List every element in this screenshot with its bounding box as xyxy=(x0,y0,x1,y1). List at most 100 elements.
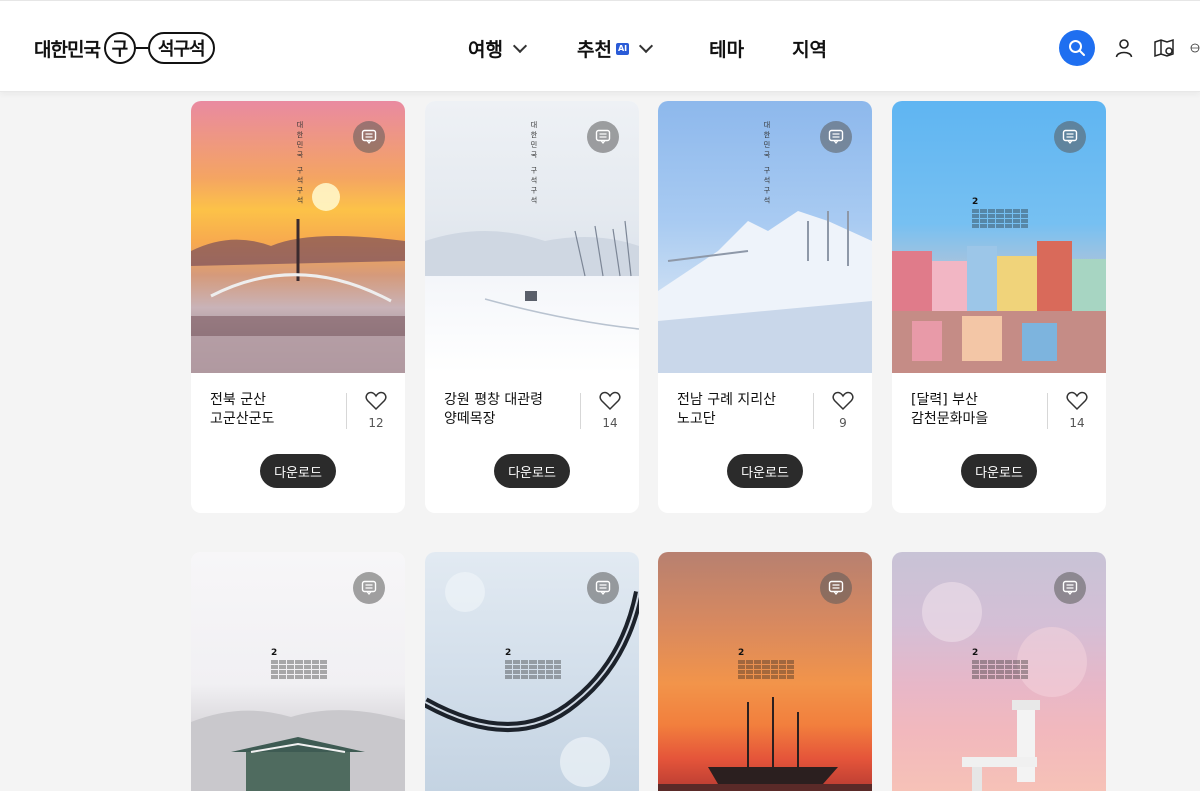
heart-icon xyxy=(1066,391,1088,411)
wallpaper-card[interactable]: 대한민국 구석구석 전남 구례 지리산노고단 9 다운로드 xyxy=(658,101,872,513)
card-title-line2: 감천문화마을 xyxy=(911,411,989,427)
comment-icon xyxy=(361,129,377,145)
download-button[interactable]: 다운로드 xyxy=(494,454,570,488)
vertical-caption: 대한민국 구석구석 xyxy=(763,121,771,207)
nav-item-label: 여행 xyxy=(468,39,503,61)
download-button[interactable]: 다운로드 xyxy=(260,454,336,488)
card-title-line2: 고군산군도 xyxy=(210,411,275,427)
comment-button[interactable] xyxy=(353,572,385,604)
like-count: 14 xyxy=(1069,416,1085,430)
heart-icon xyxy=(832,391,854,411)
wallpaper-card[interactable]: 2 [달력] 부산 감천문화마을 14 다운로드 xyxy=(892,101,1106,513)
comment-icon xyxy=(1062,129,1078,145)
nav-item-travel[interactable]: 여행 xyxy=(468,35,528,62)
calendar-overlay: 2 xyxy=(738,648,794,679)
calendar-overlay: 2 xyxy=(505,648,561,679)
nav-item-label: 추천 xyxy=(576,39,612,61)
chevron-down-icon xyxy=(639,38,654,53)
comment-icon xyxy=(361,580,377,596)
vertical-caption: 대한민국 구석구석 xyxy=(296,121,304,207)
logo-mark: 구 석구석 xyxy=(103,32,215,64)
nav-item-region[interactable]: 지역 xyxy=(792,35,827,62)
card-title[interactable]: 전북 군산고군산군도 xyxy=(210,391,340,429)
card-title[interactable]: 전남 구례 지리산노고단 xyxy=(677,391,807,429)
wallpaper-card[interactable]: 대한민국 구석구석 전북 군산고군산군도 12 다운로드 xyxy=(191,101,405,513)
comment-button[interactable] xyxy=(820,121,852,153)
comment-icon xyxy=(595,580,611,596)
wallpaper-card[interactable]: 대한민국 구석구석 강원 평창 대관령양떼목장 14 다운로드 xyxy=(425,101,639,513)
calendar-grid xyxy=(738,660,794,679)
ai-badge: AI xyxy=(615,42,630,55)
nav-item-recommend[interactable]: 추천 AI xyxy=(576,35,654,62)
calendar-month: 2 xyxy=(738,648,745,658)
map-button[interactable] xyxy=(1153,37,1175,59)
search-button[interactable] xyxy=(1059,30,1095,66)
nav-item-theme[interactable]: 테마 xyxy=(709,35,744,62)
like-count: 14 xyxy=(602,416,618,430)
calendar-grid xyxy=(972,660,1028,679)
site-logo[interactable]: 대한민국 구 석구석 xyxy=(34,31,215,65)
logo-mark-circle: 구 xyxy=(103,32,136,64)
wallpaper-card[interactable]: 2 xyxy=(191,552,405,791)
card-title-line1: 전남 구례 지리산 xyxy=(677,392,777,408)
like-button[interactable]: 9 xyxy=(826,391,860,430)
card-divider xyxy=(346,393,347,429)
comment-button[interactable] xyxy=(1054,121,1086,153)
vertical-caption: 대한민국 구석구석 xyxy=(530,121,538,207)
card-thumbnail[interactable]: 2 xyxy=(425,552,639,791)
card-divider xyxy=(1047,393,1048,429)
calendar-overlay: 2 xyxy=(972,648,1028,679)
like-count: 12 xyxy=(368,416,384,430)
comment-button[interactable] xyxy=(1054,572,1086,604)
like-button[interactable]: 14 xyxy=(1060,391,1094,430)
logo-mark-line xyxy=(135,47,148,49)
like-count: 9 xyxy=(839,416,847,430)
card-title-line2: 노고단 xyxy=(677,411,716,427)
nav-item-label: 지역 xyxy=(792,39,828,61)
card-thumbnail[interactable]: 대한민국 구석구석 xyxy=(191,101,405,373)
card-thumbnail[interactable]: 2 xyxy=(658,552,872,791)
calendar-month: 2 xyxy=(972,648,979,658)
comment-icon xyxy=(828,129,844,145)
heart-icon xyxy=(365,391,387,411)
calendar-month: 2 xyxy=(972,197,979,207)
card-thumbnail[interactable]: 대한민국 구석구석 xyxy=(658,101,872,373)
user-icon xyxy=(1115,39,1133,58)
nav-item-label: 테마 xyxy=(709,39,745,61)
card-title[interactable]: [달력] 부산 감천문화마을 xyxy=(911,391,1041,429)
card-divider xyxy=(580,393,581,429)
language-button[interactable] xyxy=(1190,37,1200,59)
card-title-line1: 강원 평창 대관령 xyxy=(444,392,544,408)
site-header: 대한민국 구 석구석 여행 추천 AI 테마 지역 xyxy=(0,0,1200,92)
card-title-line1: 전북 군산 xyxy=(210,392,266,408)
like-button[interactable]: 12 xyxy=(359,391,393,430)
comment-button[interactable] xyxy=(820,572,852,604)
card-thumbnail[interactable]: 2 xyxy=(892,552,1106,791)
comment-button[interactable] xyxy=(587,121,619,153)
map-icon xyxy=(1154,38,1174,58)
main-nav: 여행 추천 AI 테마 지역 xyxy=(468,35,827,62)
user-button[interactable] xyxy=(1113,37,1135,59)
chevron-down-icon xyxy=(512,38,528,53)
comment-button[interactable] xyxy=(353,121,385,153)
calendar-grid xyxy=(972,209,1028,228)
like-button[interactable]: 14 xyxy=(593,391,627,430)
download-button[interactable]: 다운로드 xyxy=(727,454,803,488)
card-thumbnail[interactable]: 2 xyxy=(191,552,405,791)
wallpaper-card[interactable]: 2 xyxy=(892,552,1106,791)
globe-icon xyxy=(1190,43,1200,53)
calendar-grid xyxy=(505,660,561,679)
card-thumbnail[interactable]: 대한민국 구석구석 xyxy=(425,101,639,373)
download-button[interactable]: 다운로드 xyxy=(961,454,1037,488)
comment-button[interactable] xyxy=(587,572,619,604)
calendar-month: 2 xyxy=(271,648,278,658)
card-thumbnail[interactable]: 2 xyxy=(892,101,1106,373)
wallpaper-card[interactable]: 2 xyxy=(425,552,639,791)
heart-icon xyxy=(599,391,621,411)
wallpaper-card[interactable]: 2 xyxy=(658,552,872,791)
card-title[interactable]: 강원 평창 대관령양떼목장 xyxy=(444,391,574,429)
search-icon xyxy=(1069,40,1085,56)
card-divider xyxy=(813,393,814,429)
comment-icon xyxy=(595,129,611,145)
card-title-line2: 양떼목장 xyxy=(444,411,496,427)
